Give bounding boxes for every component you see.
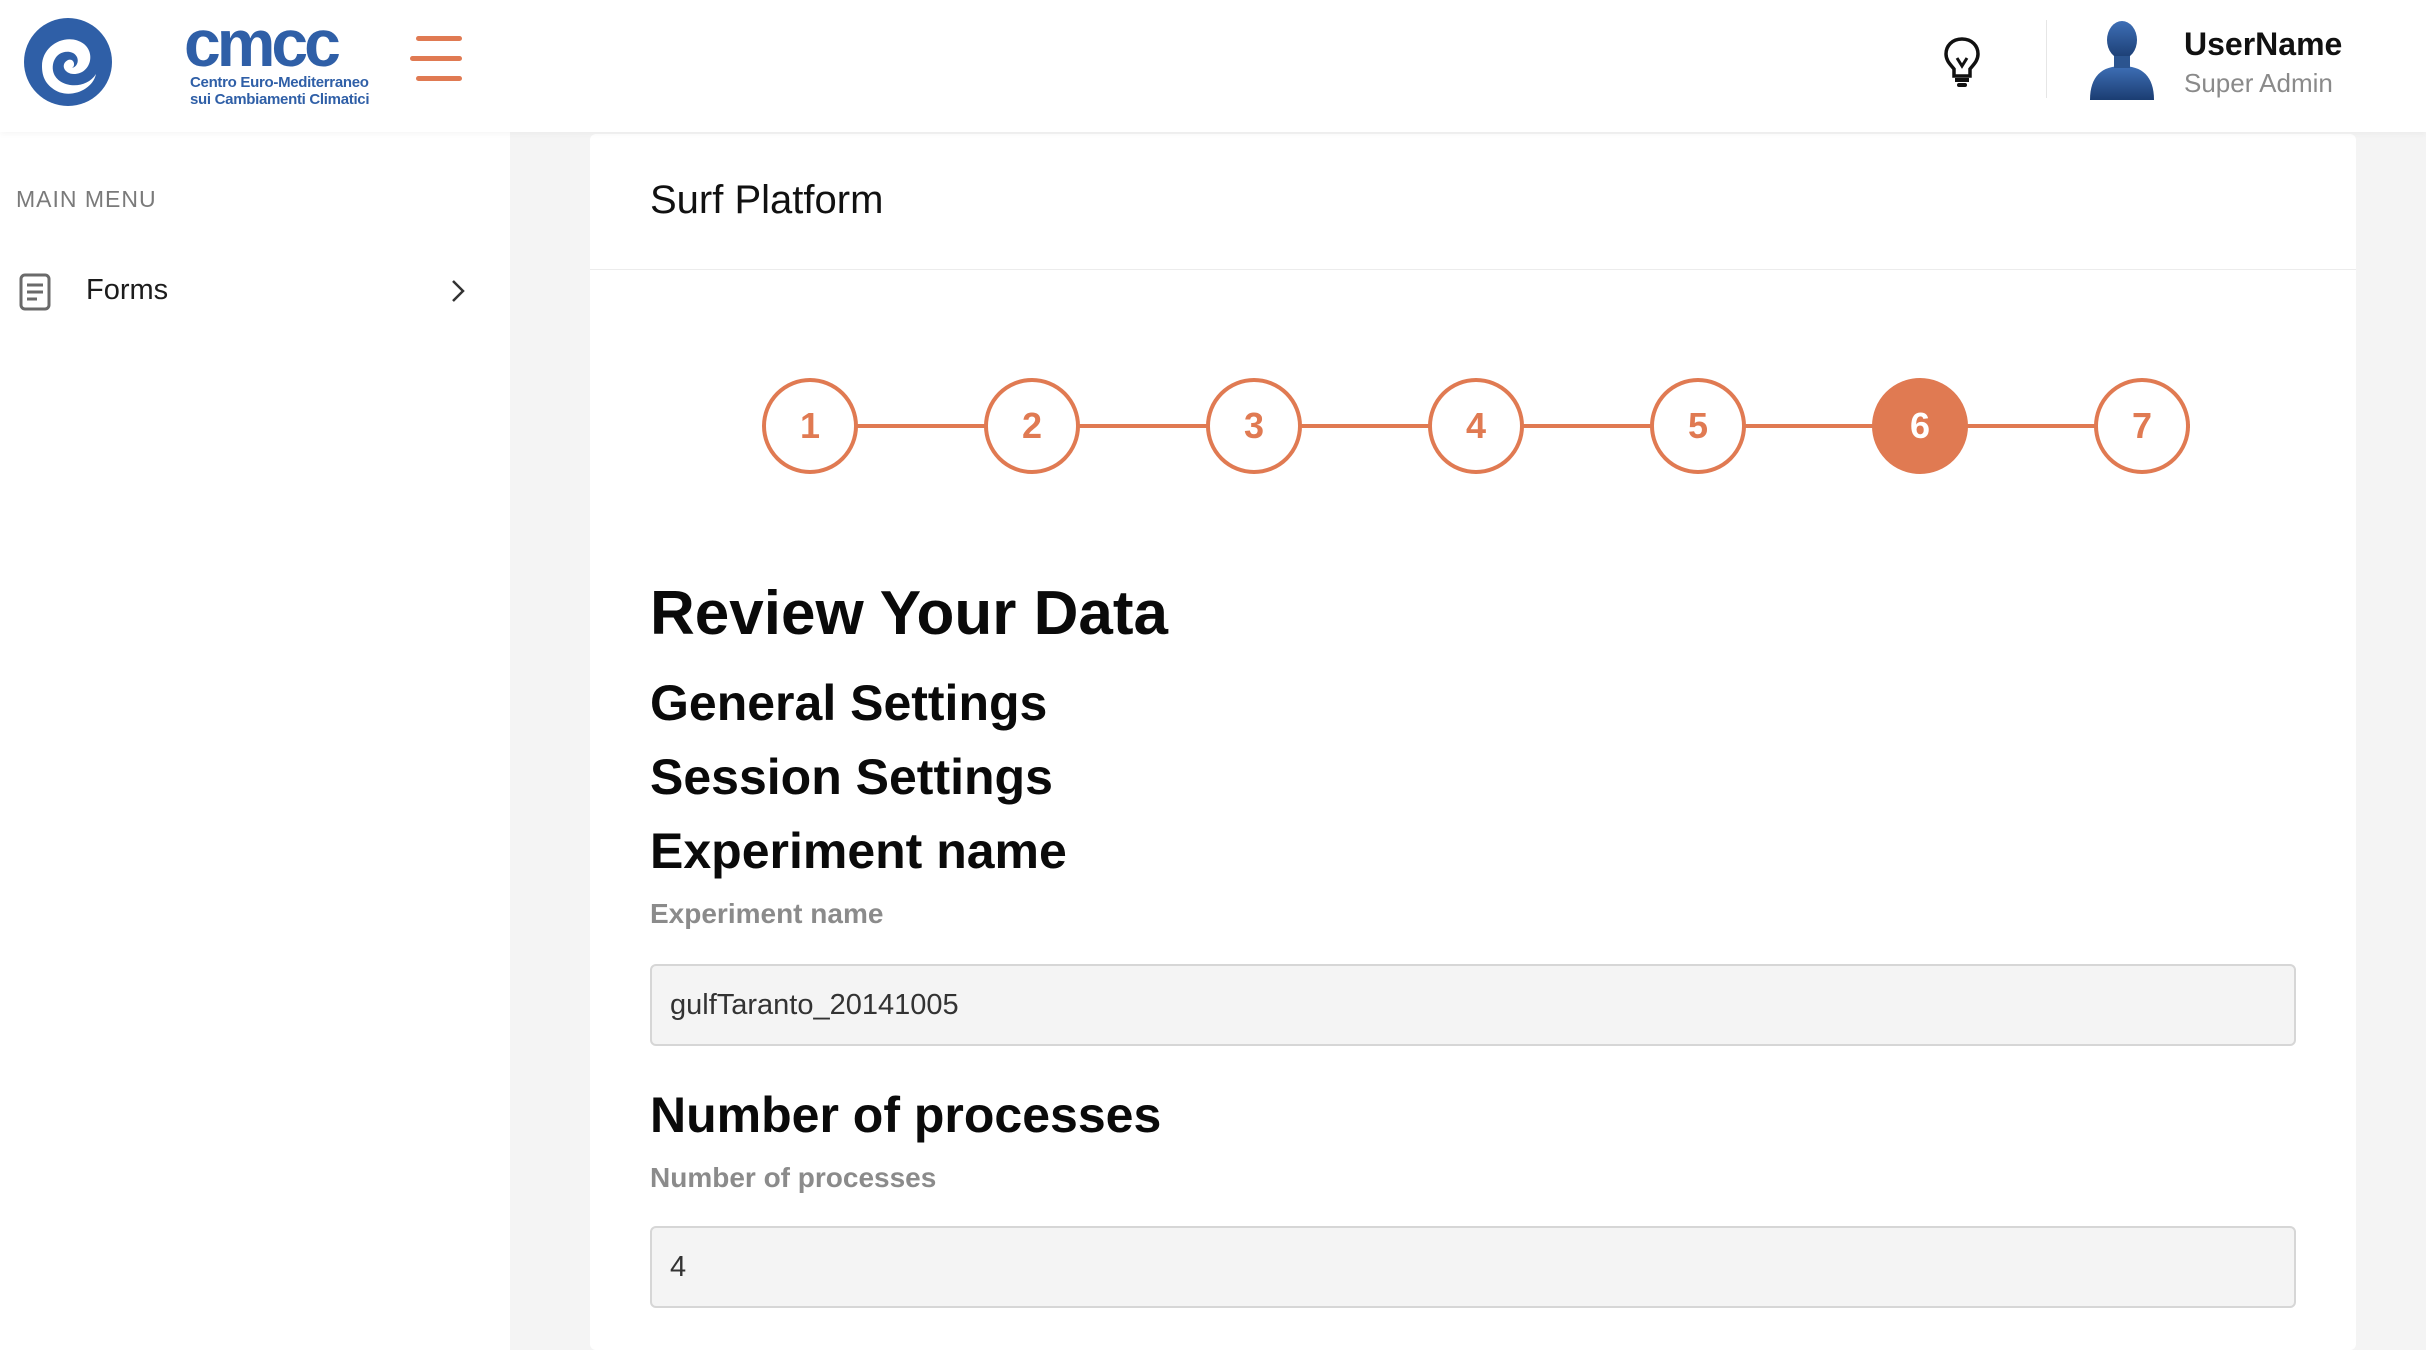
sidebar-item-label: Forms: [86, 274, 169, 306]
step-5[interactable]: 5: [1650, 378, 1746, 474]
sidebar: MAIN MENU Forms: [0, 132, 510, 1350]
step-7[interactable]: 7: [2094, 378, 2190, 474]
step-3[interactable]: 3: [1206, 378, 1302, 474]
user-name[interactable]: UserName: [2184, 26, 2342, 63]
header-divider: [2046, 20, 2047, 98]
step-4[interactable]: 4: [1428, 378, 1524, 474]
experiment-name-label: Experiment name: [650, 898, 884, 929]
user-role: Super Admin: [2184, 68, 2333, 98]
form-stepper: 1 2 3 4 5 6 7: [590, 134, 2356, 534]
lightbulb-icon[interactable]: [1942, 36, 1982, 88]
sidebar-item-forms[interactable]: Forms: [0, 252, 510, 328]
review-heading: Review Your Data: [650, 579, 1169, 648]
brand-subtitle-line-2: sui Cambiamenti Climatici: [190, 91, 370, 108]
wave-logo-icon[interactable]: [22, 16, 114, 108]
number-of-processes-label: Number of processes: [650, 1162, 937, 1193]
brand-subtitle-line-1: Centro Euro-Mediterraneo: [190, 74, 369, 91]
user-avatar-icon[interactable]: [2086, 16, 2158, 100]
top-header: cmcc Centro Euro-Mediterraneo sui Cambia…: [0, 0, 2426, 132]
form-card: Surf Platform 1 2 3 4 5 6 7 Review Your …: [590, 134, 2356, 1350]
brand-logo[interactable]: cmcc Centro Euro-Mediterraneo sui Cambia…: [184, 8, 394, 112]
brand-subtitle: Centro Euro-Mediterraneo sui Cambiamenti…: [190, 74, 370, 108]
hamburger-icon[interactable]: [410, 36, 466, 82]
chevron-right-icon: [452, 280, 465, 302]
step-1[interactable]: 1: [762, 378, 858, 474]
session-settings-heading: Session Settings: [650, 749, 1053, 805]
step-6-active[interactable]: 6: [1872, 378, 1968, 474]
form-document-icon: [19, 273, 51, 311]
experiment-name-field[interactable]: [650, 964, 2296, 1046]
general-settings-heading: General Settings: [650, 675, 1048, 731]
step-2[interactable]: 2: [984, 378, 1080, 474]
number-of-processes-heading: Number of processes: [650, 1087, 1162, 1143]
brand-wordmark: cmcc: [184, 6, 341, 80]
experiment-name-heading: Experiment name: [650, 823, 1067, 879]
number-of-processes-field[interactable]: [650, 1226, 2296, 1308]
main-menu-title: MAIN MENU: [16, 186, 157, 212]
